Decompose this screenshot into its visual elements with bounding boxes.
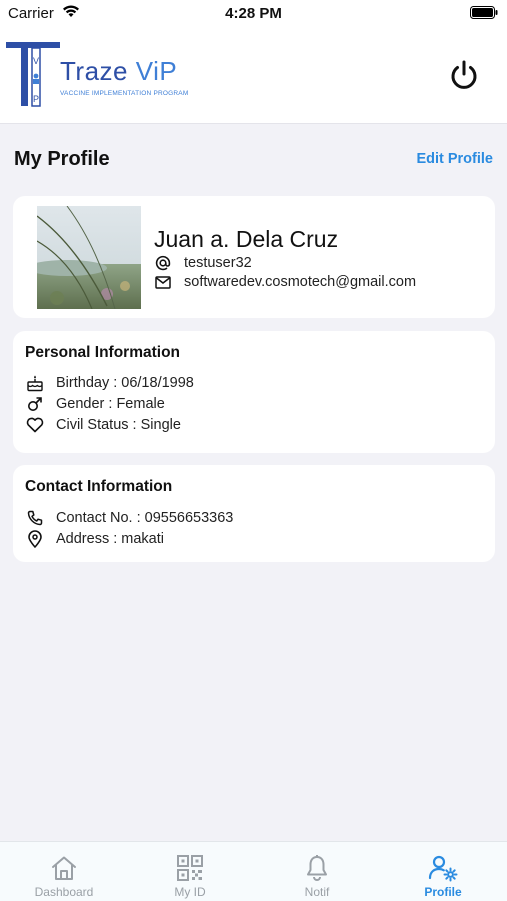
location-pin-icon: [25, 530, 45, 548]
bottom-tab-bar: Dashboard My ID Notif Profile: [0, 841, 507, 901]
profile-name: Juan a. Dela Cruz: [154, 226, 339, 252]
traze-vip-logo: V P: [6, 40, 62, 113]
avatar: [37, 206, 141, 309]
tab-my-id[interactable]: My ID: [127, 842, 253, 901]
contact-info-title: Contact Information: [25, 478, 173, 495]
edit-profile-link[interactable]: Edit Profile: [416, 151, 493, 167]
birthday-row: Birthday : 06/18/1998: [25, 374, 194, 392]
tab-dashboard-label: Dashboard: [34, 885, 94, 899]
username-text: testuser32: [184, 255, 252, 271]
address-text: Address : makati: [56, 531, 164, 547]
cake-icon: [25, 374, 45, 392]
qr-code-icon: [127, 854, 253, 882]
mail-icon: [154, 273, 172, 291]
gender-male-icon: [25, 395, 45, 413]
heart-icon: [25, 416, 45, 434]
battery-icon: [470, 6, 498, 23]
email-row: softwaredev.cosmotech@gmail.com: [154, 273, 416, 291]
email-text: softwaredev.cosmotech@gmail.com: [184, 274, 417, 290]
profile-settings-icon: [380, 854, 506, 882]
tab-profile[interactable]: Profile: [380, 842, 506, 901]
bell-icon: [254, 854, 380, 882]
phone-icon: [25, 509, 45, 527]
at-icon: [154, 254, 172, 272]
tab-notif[interactable]: Notif: [254, 842, 380, 901]
logo-title-accent: ViP: [135, 56, 178, 86]
personal-info-card: Personal Information Birthday : 06/18/19…: [13, 331, 495, 453]
home-icon: [1, 854, 127, 882]
power-icon: [451, 60, 477, 89]
personal-info-title: Personal Information: [25, 344, 181, 361]
logo-subtitle: VACCINE IMPLEMENTATION PROGRAM: [60, 90, 189, 97]
username-row: testuser32: [154, 254, 252, 272]
contact-number-text: Contact No. : 09556653363: [56, 510, 234, 526]
app-header: V P Traze ViP VACCINE IMPLEMENTATION PRO…: [0, 26, 507, 124]
status-time: 4:28 PM: [225, 5, 282, 22]
civil-status-row: Civil Status : Single: [25, 416, 181, 434]
tab-profile-label: Profile: [424, 885, 462, 899]
gender-text: Gender : Female: [56, 396, 165, 412]
logo-title-main: Traze: [60, 56, 128, 86]
contact-number-row: Contact No. : 09556653363: [25, 509, 233, 527]
tab-my-id-label: My ID: [174, 885, 206, 899]
gender-row: Gender : Female: [25, 395, 165, 413]
profile-card: Juan a. Dela Cruz testuser32 softwaredev…: [13, 196, 495, 318]
tab-dashboard[interactable]: Dashboard: [1, 842, 127, 901]
svg-text:V: V: [33, 56, 39, 66]
logo-title: Traze ViP: [60, 56, 177, 87]
contact-info-card: Contact Information Contact No. : 095566…: [13, 465, 495, 562]
birthday-text: Birthday : 06/18/1998: [56, 375, 194, 391]
page-title: My Profile: [14, 148, 110, 170]
status-bar: Carrier 4:28 PM: [0, 0, 507, 26]
civil-status-text: Civil Status : Single: [56, 417, 181, 433]
tab-notif-label: Notif: [304, 885, 330, 899]
power-button[interactable]: [446, 57, 482, 93]
address-row: Address : makati: [25, 530, 164, 548]
svg-text:P: P: [33, 94, 39, 104]
